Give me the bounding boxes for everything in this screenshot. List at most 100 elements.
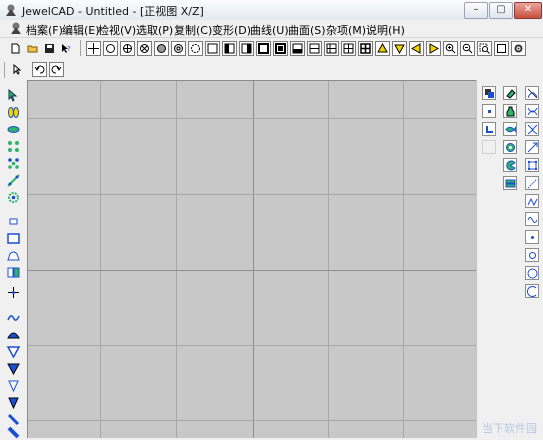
view-quad-icon[interactable] (358, 41, 373, 56)
menu-edit[interactable]: 编辑(E) (62, 22, 100, 38)
grid-line (28, 345, 477, 346)
zoom-window-icon[interactable] (477, 41, 492, 56)
grid-line (176, 81, 177, 438)
wave-curve-icon[interactable] (6, 310, 21, 325)
view-grid-icon[interactable] (324, 41, 339, 56)
drawing-canvas[interactable] (27, 80, 477, 438)
grid-axis-horizontal (28, 270, 477, 271)
new-icon[interactable] (8, 41, 23, 56)
rectangle-icon[interactable] (6, 231, 21, 246)
view-grid-bold-icon[interactable] (341, 41, 356, 56)
dot-icon[interactable] (525, 230, 539, 244)
filled-circle-icon[interactable] (154, 41, 169, 56)
pacman-icon[interactable] (503, 158, 517, 172)
copy-object-icon[interactable] (482, 86, 496, 100)
svg-text:?: ? (67, 45, 71, 53)
select-chain-icon[interactable] (6, 173, 21, 188)
point-icon[interactable] (482, 104, 496, 118)
menu-help[interactable]: 说明(H) (366, 22, 405, 38)
wave-icon[interactable] (525, 212, 539, 226)
large-circle-icon[interactable] (525, 266, 539, 280)
menu-select[interactable]: 选取(P) (136, 22, 173, 38)
toolbar-separator (80, 40, 81, 56)
view-half-right-icon[interactable] (239, 41, 254, 56)
menu-copy[interactable]: 复制(C) (174, 22, 212, 38)
circle-dash-icon[interactable] (188, 41, 203, 56)
view-frame-icon[interactable] (256, 41, 271, 56)
view-half-left-icon[interactable] (222, 41, 237, 56)
circle-icon[interactable] (103, 41, 118, 56)
help-context-icon[interactable]: ? (59, 41, 74, 56)
menu-file[interactable]: 档案(F) (26, 22, 63, 38)
document-system-icon[interactable] (9, 21, 23, 35)
double-rect-icon[interactable] (6, 265, 21, 280)
menu-surface[interactable]: 曲面(S) (288, 22, 326, 38)
frame-points-icon[interactable] (525, 158, 539, 172)
twist-icon[interactable] (525, 104, 539, 118)
arrow-right-icon[interactable] (426, 41, 441, 56)
select-gear-icon[interactable] (6, 190, 21, 205)
small-circle-icon[interactable] (525, 248, 539, 262)
dotted-line-icon[interactable] (525, 176, 539, 190)
arrow-down-icon[interactable] (392, 41, 407, 56)
main-toolbar: ? (0, 38, 543, 60)
zigzag-icon[interactable] (525, 194, 539, 208)
arch-icon[interactable] (6, 248, 21, 263)
view-split-h-icon[interactable] (307, 41, 322, 56)
fish-icon[interactable] (503, 122, 517, 136)
dome-icon[interactable] (6, 327, 21, 342)
select-objects-icon[interactable] (6, 88, 21, 103)
zoom-out-icon[interactable] (460, 41, 475, 56)
menu-view[interactable]: 检视(V) (98, 22, 136, 38)
curve-edit-icon[interactable] (525, 86, 539, 100)
view-single-icon[interactable] (205, 41, 220, 56)
view-split-v-icon[interactable] (290, 41, 305, 56)
bottle-icon[interactable] (503, 104, 517, 118)
save-icon[interactable] (42, 41, 57, 56)
close-button[interactable]: ✕ (514, 2, 542, 19)
crosshair-icon[interactable] (86, 41, 101, 56)
menu-transform[interactable]: 变形(D) (212, 22, 251, 38)
render-icon[interactable] (511, 41, 526, 56)
select-parts-icon[interactable] (6, 105, 21, 120)
select-grid-points-icon[interactable] (6, 156, 21, 171)
bend-icon[interactable] (525, 122, 539, 136)
jewelcad-app-icon (6, 4, 16, 16)
scale-icon[interactable] (525, 140, 539, 154)
grid-axis-vertical (253, 81, 254, 438)
menu-curve[interactable]: 曲线(U) (250, 22, 289, 38)
funnel-icon[interactable] (6, 344, 21, 359)
small-rect-icon[interactable] (6, 214, 21, 229)
grid-line (100, 81, 101, 438)
corner-icon[interactable] (482, 122, 496, 136)
tube-icon[interactable] (503, 140, 517, 154)
menu-misc[interactable]: 杂项(M) (326, 22, 366, 38)
zoom-in-icon[interactable] (443, 41, 458, 56)
arrow-up-icon[interactable] (375, 41, 390, 56)
open-icon[interactable] (25, 41, 40, 56)
point-plus-icon[interactable] (6, 285, 21, 300)
toolbar-grip (4, 62, 5, 78)
edit-toolbar (0, 60, 543, 80)
hollow-circle-icon[interactable] (171, 41, 186, 56)
arrow-left-icon[interactable] (409, 41, 424, 56)
grid-line (28, 420, 477, 421)
undo-icon[interactable] (32, 62, 47, 77)
view-frame-bold-icon[interactable] (273, 41, 288, 56)
redo-icon[interactable] (49, 62, 64, 77)
minimize-button[interactable]: – (464, 2, 488, 19)
zoom-all-icon[interactable] (494, 41, 509, 56)
cone-icon[interactable] (6, 378, 21, 393)
stack-icon[interactable] (503, 176, 517, 190)
select-pointer-icon[interactable] (10, 62, 25, 77)
arc-icon[interactable] (525, 284, 539, 298)
select-points-icon[interactable] (6, 139, 21, 154)
circle-cross-icon[interactable] (137, 41, 152, 56)
select-curve-icon[interactable] (6, 122, 21, 137)
eraser-icon[interactable] (503, 86, 517, 100)
circle-plus-icon[interactable] (120, 41, 135, 56)
maximize-button[interactable]: ▢ (489, 2, 513, 19)
funnel-filled-icon[interactable] (6, 361, 21, 376)
cone-filled-icon[interactable] (6, 395, 21, 410)
slant-filled-icon[interactable] (6, 425, 21, 440)
